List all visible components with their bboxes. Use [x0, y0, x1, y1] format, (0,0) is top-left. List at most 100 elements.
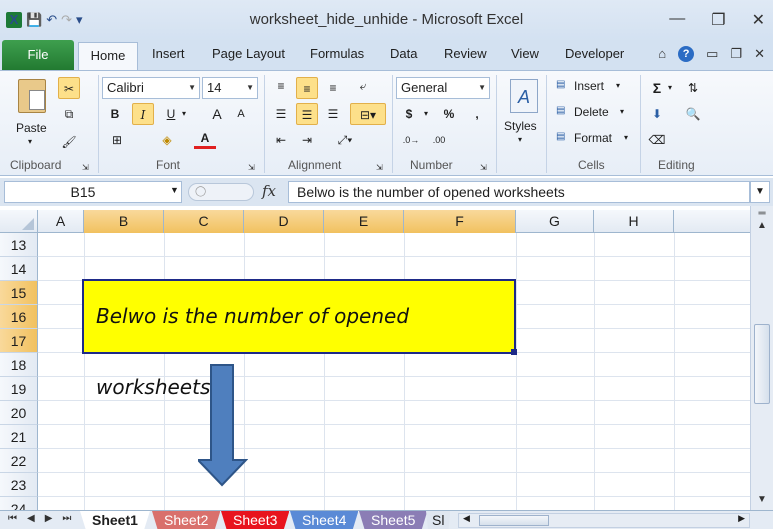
row-header-24[interactable]: 24	[0, 497, 38, 510]
tab-home[interactable]: Home	[78, 42, 138, 71]
align-top-icon[interactable]: ≡	[270, 75, 292, 97]
vertical-scrollbar[interactable]: ═ ▲ ▼	[750, 206, 773, 510]
styles-dropdown-icon[interactable]: ▾	[518, 135, 522, 144]
paste-dropdown-icon[interactable]: ▾	[28, 137, 32, 146]
fill-color-icon[interactable]: ◈	[156, 129, 178, 151]
delete-cells-button[interactable]: Delete	[574, 105, 609, 119]
column-header-d[interactable]: D	[244, 210, 324, 233]
currency-button[interactable]: $	[398, 103, 420, 125]
hscroll-thumb[interactable]	[479, 515, 549, 526]
font-name-select[interactable]: Calibri ▼	[102, 77, 200, 99]
name-box[interactable]: B15	[4, 181, 182, 203]
formula-bar-resize-handle[interactable]: ◯	[188, 183, 254, 201]
sheet-tab-sheet1[interactable]: Sheet1	[80, 511, 150, 529]
row-header-19[interactable]: 19	[0, 377, 38, 401]
orientation-icon[interactable]: ⤢▾	[334, 129, 356, 151]
scroll-down-icon[interactable]: ▼	[751, 494, 773, 505]
alignment-launcher-icon[interactable]: ⇲	[376, 163, 383, 172]
copy-icon[interactable]: ⧉	[58, 103, 80, 125]
row-header-18[interactable]: 18	[0, 353, 38, 377]
insert-cells-button[interactable]: Insert	[574, 79, 604, 93]
merge-center-icon[interactable]: ⊟▾	[350, 103, 386, 125]
first-sheet-icon[interactable]: ⏮	[8, 513, 17, 524]
doc-close-icon[interactable]: ✕	[754, 46, 765, 62]
find-select-icon[interactable]: 🔍	[682, 103, 704, 125]
scroll-thumb[interactable]	[754, 324, 770, 404]
cut-icon[interactable]: ✂	[58, 77, 80, 99]
close-button[interactable]: ✕	[752, 10, 765, 30]
row-header-21[interactable]: 21	[0, 425, 38, 449]
fill-icon[interactable]: ⬇	[646, 103, 668, 125]
tab-file[interactable]: File	[2, 40, 74, 70]
grow-font-button[interactable]: A	[206, 103, 228, 125]
align-bottom-icon[interactable]: ≡	[322, 77, 344, 99]
column-header-h[interactable]: H	[594, 210, 674, 233]
doc-minimize-icon[interactable]: ▭	[706, 46, 718, 62]
decrease-decimal-icon[interactable]: .00	[428, 129, 450, 151]
number-launcher-icon[interactable]: ⇲	[480, 163, 487, 172]
increase-indent-icon[interactable]: ⇥	[296, 129, 318, 151]
row-header-13[interactable]: 13	[0, 233, 38, 257]
bold-button[interactable]: B	[104, 103, 126, 125]
name-box-dropdown-icon[interactable]: ▼	[170, 185, 179, 195]
expand-formula-bar-icon[interactable]: ▼	[750, 181, 770, 203]
font-launcher-icon[interactable]: ⇲	[248, 163, 255, 172]
align-center-icon[interactable]: ☰	[296, 103, 318, 125]
currency-dropdown-icon[interactable]: ▾	[424, 109, 428, 118]
last-sheet-icon[interactable]: ⏭	[62, 513, 71, 524]
format-cells-icon[interactable]: ▤	[556, 131, 565, 142]
scroll-left-icon[interactable]: ◀	[463, 513, 470, 524]
sort-filter-icon[interactable]: ⇅	[682, 77, 704, 99]
tab-insert[interactable]: Insert	[152, 46, 185, 61]
help-icon[interactable]: ?	[678, 46, 695, 62]
next-sheet-icon[interactable]: ▶	[45, 513, 53, 524]
increase-decimal-icon[interactable]: .0→	[400, 129, 422, 151]
minimize-button[interactable]: —	[669, 10, 685, 30]
sheet-tab-sheet5[interactable]: Sheet5	[359, 511, 428, 529]
column-header-b[interactable]: B	[84, 210, 164, 233]
tab-page-layout[interactable]: Page Layout	[212, 46, 285, 61]
scroll-right-icon[interactable]: ▶	[738, 513, 745, 524]
scroll-up-icon[interactable]: ▲	[751, 220, 773, 231]
row-header-22[interactable]: 22	[0, 449, 38, 473]
column-header-g[interactable]: G	[516, 210, 594, 233]
tab-review[interactable]: Review	[444, 46, 487, 61]
down-arrow-shape[interactable]	[198, 364, 248, 488]
horizontal-scrollbar[interactable]: ◀ ▶	[458, 513, 750, 528]
underline-button[interactable]: U	[160, 103, 182, 125]
minimize-ribbon-icon[interactable]: ⌂	[658, 46, 666, 62]
shrink-font-button[interactable]: A	[230, 103, 252, 125]
clear-icon[interactable]: ⌫	[646, 129, 668, 151]
sheet-tab-sheet4[interactable]: Sheet4	[290, 511, 359, 529]
sheet-tab-sheet3[interactable]: Sheet3	[221, 511, 290, 529]
column-header-c[interactable]: C	[164, 210, 244, 233]
restore-button[interactable]: ❐	[711, 10, 725, 30]
row-header-15[interactable]: 15	[0, 281, 38, 305]
doc-restore-icon[interactable]: ❐	[730, 46, 742, 62]
select-all-button[interactable]	[0, 210, 38, 233]
insert-function-icon[interactable]: fx	[262, 182, 276, 200]
underline-dropdown-icon[interactable]: ▾	[182, 109, 186, 118]
wrap-text-icon[interactable]: ⤶	[352, 75, 374, 97]
styles-icon[interactable]: A	[510, 79, 538, 113]
number-format-select[interactable]: General ▼	[396, 77, 490, 99]
sheet-tab-partial[interactable]: Sl	[426, 511, 451, 529]
insert-dropdown-icon[interactable]: ▾	[616, 81, 620, 90]
align-middle-icon[interactable]: ≡	[296, 77, 318, 99]
autosum-button[interactable]: Σ	[646, 77, 668, 99]
format-cells-button[interactable]: Format	[574, 131, 612, 145]
prev-sheet-icon[interactable]: ◀	[27, 513, 35, 524]
split-handle-icon[interactable]: ═	[751, 208, 773, 219]
tab-data[interactable]: Data	[390, 46, 417, 61]
sheet-tab-sheet2[interactable]: Sheet2	[152, 511, 221, 529]
tab-view[interactable]: View	[511, 46, 539, 61]
row-header-16[interactable]: 16	[0, 305, 38, 329]
fill-handle[interactable]	[511, 349, 517, 355]
font-color-icon[interactable]: A	[194, 129, 216, 149]
column-header-e[interactable]: E	[324, 210, 404, 233]
styles-button[interactable]: Styles	[504, 119, 537, 133]
borders-icon[interactable]: ⊞	[106, 129, 128, 151]
row-header-17[interactable]: 17	[0, 329, 38, 353]
format-painter-icon[interactable]: 🖌	[58, 131, 80, 153]
delete-dropdown-icon[interactable]: ▾	[620, 107, 624, 116]
